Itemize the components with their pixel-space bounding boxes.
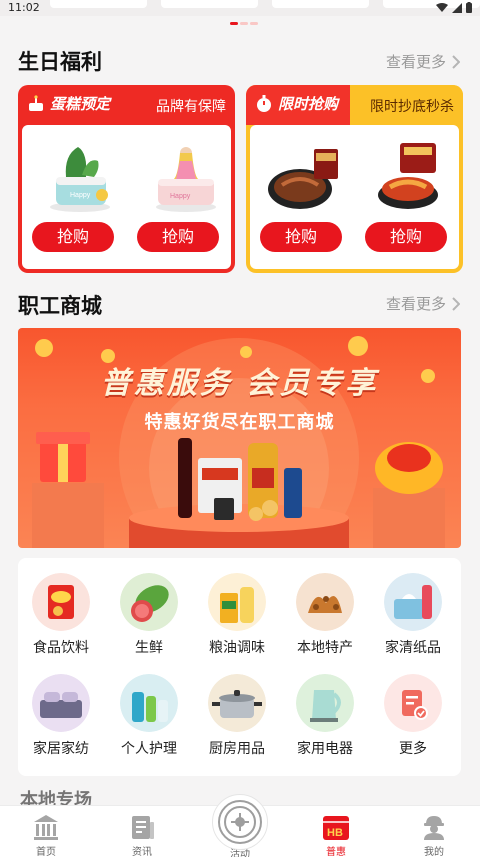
worker-profile-icon — [424, 816, 444, 840]
mall-promo-banner[interactable]: 普惠服务 会员专享 特惠好货尽在职工商城 — [18, 328, 461, 548]
top-tab[interactable] — [50, 0, 147, 8]
category-item-home-textile[interactable]: 家居家纺 — [18, 674, 104, 758]
birthday-section-title: 生日福利 — [18, 50, 102, 74]
flash-card-tag: 限时抢购 — [254, 93, 338, 114]
tab-profile[interactable]: 我的 — [394, 812, 474, 857]
union-logo-icon — [218, 800, 262, 844]
top-tab[interactable] — [272, 0, 369, 8]
status-bar: 11:02 — [0, 0, 480, 16]
category-label: 本地特产 — [297, 640, 353, 656]
tab-label: 首页 — [36, 847, 56, 857]
kitchen-pot-icon — [208, 674, 266, 732]
tab-news[interactable]: 资讯 — [102, 812, 182, 857]
stopwatch-icon — [257, 94, 271, 112]
mall-more-link[interactable]: 查看更多 — [386, 293, 460, 314]
category-item-food-drinks[interactable]: 食品饮料 — [18, 573, 104, 657]
fresh-fruit-icon — [120, 573, 178, 631]
category-label: 生鲜 — [135, 640, 163, 656]
kettle-icon — [296, 674, 354, 732]
cake-card-subtitle: 品牌有保障 — [156, 99, 226, 115]
cake-card-tag-label: 蛋糕预定 — [50, 95, 111, 113]
banner-headline: 普惠服务 会员专享 — [100, 366, 379, 401]
activity-center-button[interactable] — [212, 794, 268, 850]
category-label: 个人护理 — [121, 741, 177, 757]
mall-section-title: 职工商城 — [18, 294, 102, 318]
flash-card-subtitle: 限时抄底秒杀 — [370, 99, 454, 115]
flash-sale-card[interactable]: 限时抢购 限时抄底秒杀 抢购 抢购 — [246, 85, 463, 273]
cake-icon — [29, 94, 43, 111]
flash-buy-button-right[interactable]: 抢购 — [365, 222, 447, 252]
category-label: 食品饮料 — [33, 640, 89, 656]
indicator-dot — [240, 22, 248, 25]
category-item-grain-oil[interactable]: 粮油调味 — [194, 573, 280, 657]
flash-card-tag-label: 限时抢购 — [278, 95, 339, 113]
tab-label: 资讯 — [132, 847, 152, 857]
cake-buy-button-left[interactable]: 抢购 — [32, 222, 114, 252]
tab-home[interactable]: 首页 — [6, 812, 86, 857]
oil-rice-icon — [208, 573, 266, 631]
hotpot-product-image[interactable] — [370, 137, 450, 217]
local-specialty-icon — [296, 573, 354, 631]
top-tab-strip — [50, 0, 480, 10]
home-building-icon — [34, 815, 58, 840]
signal-icon — [452, 2, 462, 13]
battery-icon — [466, 2, 472, 13]
wifi-icon — [436, 2, 448, 12]
steak-product-image[interactable] — [264, 137, 344, 217]
tab-label: 我的 — [424, 847, 444, 857]
cake-buy-button-right[interactable]: 抢购 — [137, 222, 219, 252]
category-item-kitchen[interactable]: 厨房用品 — [194, 674, 280, 758]
cake-card-tag: 蛋糕预定 — [26, 93, 110, 114]
indicator-dot-active — [230, 22, 238, 25]
category-label: 厨房用品 — [209, 741, 265, 757]
banner-subline: 特惠好货尽在职工商城 — [144, 412, 335, 433]
bedding-icon — [32, 674, 90, 732]
news-icon — [132, 816, 154, 839]
flash-card-header: 限时抢购 限时抄底秒杀 — [246, 85, 463, 125]
svg-text:Happy: Happy — [170, 193, 191, 200]
flash-buy-button-left[interactable]: 抢购 — [260, 222, 342, 252]
bottom-tab-bar: 首页 资讯 活动 HB 普惠 我的 — [0, 794, 480, 857]
category-item-appliances[interactable]: 家用电器 — [282, 674, 368, 758]
flash-card-body: 抢购 抢购 — [250, 125, 459, 269]
chevron-right-icon — [452, 296, 460, 311]
snacks-icon — [32, 573, 90, 631]
category-item-household-paper[interactable]: 家清纸品 — [370, 573, 456, 657]
princess-cake-image[interactable]: Happy — [146, 137, 226, 217]
more-icon — [384, 674, 442, 732]
category-label: 更多 — [399, 741, 427, 757]
tab-puhui[interactable]: HB 普惠 — [296, 812, 376, 857]
tab-activity[interactable]: 活动 — [200, 794, 280, 857]
cake-card-header: 蛋糕预定 品牌有保障 — [18, 85, 235, 125]
top-tab[interactable] — [161, 0, 258, 8]
svg-text:HB: HB — [327, 827, 343, 839]
tissue-icon — [384, 573, 442, 631]
category-item-personal-care[interactable]: 个人护理 — [106, 674, 192, 758]
cake-preorder-card[interactable]: 蛋糕预定 品牌有保障 Happy Happy 抢购 抢购 — [18, 85, 235, 273]
puhui-icon: HB — [323, 816, 349, 840]
cake-card-body: Happy Happy 抢购 抢购 — [22, 125, 231, 269]
personal-care-icon — [120, 674, 178, 732]
status-icons — [436, 2, 472, 13]
category-item-more[interactable]: 更多 — [370, 674, 456, 758]
more-label: 查看更多 — [385, 53, 446, 71]
category-label: 家居家纺 — [33, 741, 89, 757]
category-label: 家清纸品 — [385, 640, 441, 656]
category-item-local-specialty[interactable]: 本地特产 — [282, 573, 368, 657]
category-label: 家用电器 — [297, 741, 353, 757]
svg-text:Happy: Happy — [70, 192, 91, 199]
birthday-more-link[interactable]: 查看更多 — [386, 51, 460, 72]
carousel-indicator — [230, 22, 258, 25]
more-label: 查看更多 — [385, 295, 446, 313]
category-label: 粮油调味 — [209, 640, 265, 656]
chevron-right-icon — [452, 54, 460, 69]
status-time: 11:02 — [8, 1, 40, 14]
cake-product-image[interactable]: Happy — [42, 137, 122, 217]
category-grid: 食品饮料 生鲜 粮油调味 本地特产 家清纸品 家居家纺 个人护理 厨房用品 家用… — [18, 558, 461, 776]
category-item-fresh[interactable]: 生鲜 — [106, 573, 192, 657]
indicator-dot — [250, 22, 258, 25]
tab-label: 普惠 — [326, 847, 346, 857]
